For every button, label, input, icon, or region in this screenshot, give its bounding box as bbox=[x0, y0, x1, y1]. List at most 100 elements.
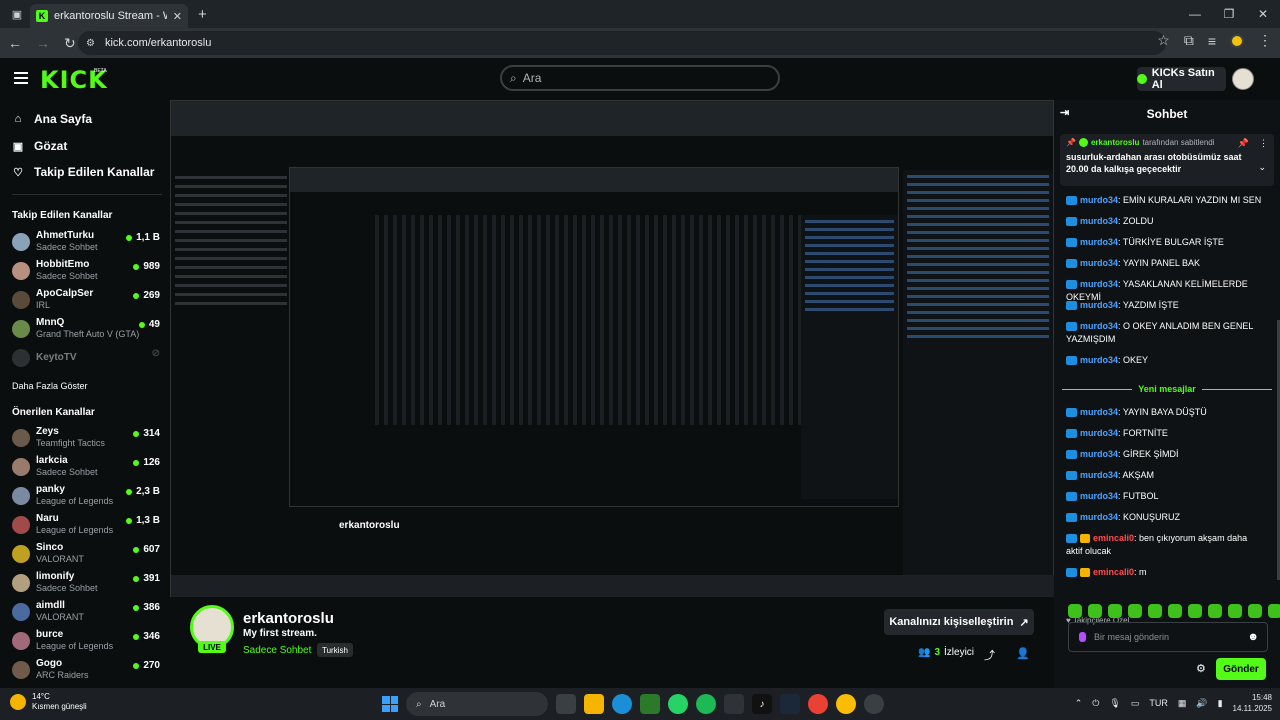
emoji-icon[interactable]: ☻ bbox=[1247, 631, 1259, 643]
task-view-icon[interactable] bbox=[556, 694, 576, 714]
emote-icon[interactable] bbox=[1168, 604, 1182, 618]
emote-icon[interactable] bbox=[1128, 604, 1142, 618]
search-input[interactable]: ⌕ Ara bbox=[500, 65, 780, 91]
video-player[interactable]: erkantoroslu bbox=[170, 100, 1054, 597]
xbox-icon[interactable] bbox=[640, 694, 660, 714]
nav-1[interactable]: ▣ Gözat bbox=[12, 139, 68, 153]
recommended-channel[interactable]: panky League of Legends 2,3 B bbox=[12, 484, 160, 512]
chat-settings-icon[interactable]: ⚙ bbox=[1196, 662, 1206, 675]
chat-username[interactable]: emincali0 bbox=[1093, 567, 1134, 577]
customize-channel-button[interactable]: Kanalınızı kişiselleştirin ↗ bbox=[884, 609, 1034, 635]
emote-icon[interactable] bbox=[1148, 604, 1162, 618]
chat-username[interactable]: murdo34 bbox=[1080, 407, 1118, 417]
emote-icon[interactable] bbox=[1088, 604, 1102, 618]
chat-username[interactable]: murdo34 bbox=[1080, 321, 1118, 331]
chrome-active-icon[interactable] bbox=[836, 694, 856, 714]
chat-username[interactable]: murdo34 bbox=[1080, 470, 1118, 480]
extensions-icon[interactable]: ⧉ bbox=[1184, 32, 1194, 49]
close-window-icon[interactable]: ✕ bbox=[1246, 0, 1280, 28]
steam-icon[interactable] bbox=[780, 694, 800, 714]
site-info-icon[interactable]: ⚙ bbox=[86, 38, 95, 49]
followed-channel[interactable]: KeytoTV ⊘ bbox=[12, 346, 160, 374]
follow-user-icon[interactable]: 👤 bbox=[1016, 647, 1030, 660]
recommended-channel[interactable]: aimdll VALORANT 386 bbox=[12, 600, 160, 628]
chat-username[interactable]: murdo34 bbox=[1080, 195, 1118, 205]
language-indicator[interactable]: TUR bbox=[1149, 698, 1168, 708]
tray-app-icon[interactable]: ⏻ bbox=[1092, 698, 1099, 709]
emote-icon[interactable] bbox=[1068, 604, 1082, 618]
recommended-channel[interactable]: larkcia Sadece Sohbet 126 bbox=[12, 455, 160, 483]
url-field[interactable]: ⚙ kick.com/erkantoroslu bbox=[78, 31, 1166, 55]
send-button[interactable]: Gönder bbox=[1216, 658, 1266, 680]
chat-username[interactable]: murdo34 bbox=[1080, 216, 1118, 226]
profile-icon[interactable] bbox=[1230, 33, 1244, 48]
browser-tab[interactable]: K erkantoroslu Stream - Watch Liv ✕ bbox=[30, 4, 188, 28]
recommended-channel[interactable]: Gogo ARC Raiders 270 bbox=[12, 658, 160, 686]
recommended-channel[interactable]: Sinco VALORANT 607 bbox=[12, 542, 160, 570]
clock[interactable]: 15:48 14.11.2025 bbox=[1233, 692, 1272, 714]
maximize-icon[interactable]: ❐ bbox=[1212, 0, 1246, 28]
tray-overflow-icon[interactable]: ⌃ bbox=[1075, 698, 1083, 709]
chat-username[interactable]: murdo34 bbox=[1080, 279, 1118, 289]
emote-icon[interactable] bbox=[1268, 604, 1280, 618]
recommended-channel[interactable]: Zeys Teamfight Tactics 314 bbox=[12, 426, 160, 454]
stream-category[interactable]: Sadece Sohbet bbox=[243, 645, 311, 656]
emote-icon[interactable] bbox=[1228, 604, 1242, 618]
recommended-channel[interactable]: burce League of Legends 346 bbox=[12, 629, 160, 657]
tray-mic-icon[interactable]: 🎙 bbox=[1109, 698, 1120, 709]
chat-username[interactable]: emincali0 bbox=[1093, 533, 1134, 543]
volume-icon[interactable]: 🔊 bbox=[1196, 698, 1207, 709]
followed-channel[interactable]: AhmetTurku Sadece Sohbet 1,1 B bbox=[12, 230, 160, 258]
obs-icon[interactable] bbox=[864, 694, 884, 714]
media-icon[interactable]: ≡ bbox=[1208, 33, 1216, 49]
show-more-link[interactable]: Daha Fazla Göster bbox=[12, 381, 88, 391]
hamburger-menu-icon[interactable] bbox=[14, 72, 28, 84]
weather-widget[interactable]: 14°C Kısmen güneşli bbox=[10, 692, 87, 712]
emote-icon[interactable] bbox=[1108, 604, 1122, 618]
tray-display-icon[interactable]: ▭ bbox=[1131, 698, 1140, 709]
chrome-icon[interactable] bbox=[808, 694, 828, 714]
channel-name[interactable]: erkantoroslu bbox=[243, 610, 334, 627]
tab-actions-icon[interactable]: ▣ bbox=[4, 3, 30, 25]
chat-username[interactable]: murdo34 bbox=[1080, 300, 1118, 310]
nav-0[interactable]: ⌂ Ana Sayfa bbox=[12, 112, 92, 126]
emote-icon[interactable] bbox=[1188, 604, 1202, 618]
share-icon[interactable]: ⤴ bbox=[984, 647, 995, 663]
bookmark-star-icon[interactable]: ☆ bbox=[1157, 32, 1170, 49]
followed-channel[interactable]: ApoCalpSer IRL 269 bbox=[12, 288, 160, 316]
mic-icon[interactable] bbox=[1079, 632, 1086, 642]
taskbar-search[interactable]: ⌕ Ara bbox=[406, 692, 548, 716]
followed-channel[interactable]: HobbitEmo Sadece Sohbet 989 bbox=[12, 259, 160, 287]
chat-username[interactable]: murdo34 bbox=[1080, 428, 1118, 438]
tab-close-icon[interactable]: ✕ bbox=[173, 10, 182, 23]
chat-username[interactable]: murdo34 bbox=[1080, 449, 1118, 459]
tiktok-icon[interactable]: ♪ bbox=[752, 694, 772, 714]
unpin-icon[interactable]: 📌 bbox=[1238, 138, 1249, 149]
whatsapp-icon[interactable] bbox=[668, 694, 688, 714]
recommended-channel[interactable]: Naru League of Legends 1,3 B bbox=[12, 513, 160, 541]
file-explorer-icon[interactable] bbox=[584, 694, 604, 714]
chat-username[interactable]: murdo34 bbox=[1080, 355, 1118, 365]
epic-games-icon[interactable] bbox=[724, 694, 744, 714]
emote-icon[interactable] bbox=[1248, 604, 1262, 618]
windows-start-icon[interactable] bbox=[382, 696, 398, 712]
chat-username[interactable]: murdo34 bbox=[1080, 512, 1118, 522]
battery-icon[interactable]: ▮ bbox=[1218, 698, 1223, 709]
forward-icon[interactable]: → bbox=[36, 35, 50, 51]
chat-username[interactable]: murdo34 bbox=[1080, 491, 1118, 501]
buy-kicks-button[interactable]: KICKs Satın Al bbox=[1137, 67, 1226, 91]
edge-icon[interactable] bbox=[612, 694, 632, 714]
followed-channel[interactable]: MnnQ Grand Theft Auto V (GTA) 49 bbox=[12, 317, 160, 345]
nav-2[interactable]: ♡ Takip Edilen Kanallar bbox=[12, 165, 154, 179]
language-tag[interactable]: Turkish bbox=[317, 643, 353, 657]
new-tab-button[interactable]: + bbox=[198, 6, 207, 23]
chat-username[interactable]: murdo34 bbox=[1080, 258, 1118, 268]
back-icon[interactable]: ← bbox=[8, 35, 22, 51]
spotify-icon[interactable] bbox=[696, 694, 716, 714]
chevron-down-icon[interactable]: ⌄ bbox=[1258, 162, 1266, 173]
chat-input[interactable]: Bir mesaj gönderin ☻ bbox=[1068, 622, 1268, 652]
user-avatar[interactable] bbox=[1232, 68, 1254, 90]
collapse-chat-icon[interactable]: ⇥ bbox=[1060, 106, 1069, 119]
network-icon[interactable]: ▦ bbox=[1178, 698, 1187, 709]
recommended-channel[interactable]: limonify Sadece Sohbet 391 bbox=[12, 571, 160, 599]
